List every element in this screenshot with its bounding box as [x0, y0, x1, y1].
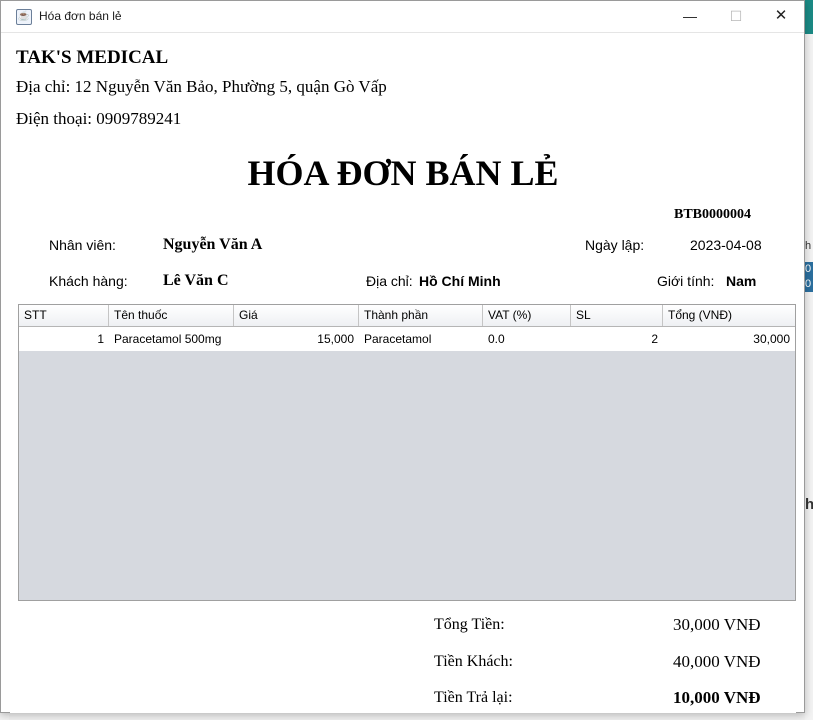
- background-text: h: [805, 240, 812, 252]
- table-row[interactable]: 1 Paracetamol 500mg 15,000 Paracetamol 0…: [19, 327, 795, 351]
- invoice-number: BTB0000004: [674, 207, 752, 222]
- maximize-button: ☐: [729, 8, 743, 24]
- cell-name: Paracetamol 500mg: [114, 332, 222, 346]
- date-value: 2023-04-08: [690, 237, 762, 253]
- total-value: 30,000 VNĐ: [673, 615, 761, 634]
- change-label: Tiền Trả lại:: [434, 689, 513, 706]
- customer-label: Khách hàng:: [49, 273, 128, 289]
- company-name: TAK'S MEDICAL: [16, 47, 169, 68]
- cell-quantity: 2: [651, 332, 658, 346]
- change-value: 10,000 VNĐ: [673, 688, 761, 707]
- customer-address-label: Địa chỉ:: [366, 273, 413, 289]
- column-header-stt[interactable]: STT: [19, 305, 109, 326]
- paid-value: 40,000 VNĐ: [673, 652, 761, 671]
- close-button[interactable]: ✕: [758, 1, 804, 32]
- gender-value: Nam: [726, 273, 757, 289]
- company-phone: Điện thoại: 0909789241: [16, 109, 182, 128]
- cell-stt: 1: [97, 332, 104, 346]
- gender-label: Giới tính:: [657, 273, 715, 289]
- column-header-total[interactable]: Tổng (VNĐ): [663, 305, 795, 326]
- cell-price: 15,000: [317, 332, 354, 346]
- date-label: Ngày lập:: [585, 237, 645, 253]
- cell-vat: 0.0: [488, 332, 505, 346]
- minimize-button[interactable]: —: [667, 1, 713, 32]
- column-header-vat[interactable]: VAT (%): [483, 305, 571, 326]
- customer-address-value: Hồ Chí Minh: [419, 273, 501, 289]
- column-header-name[interactable]: Tên thuốc: [109, 305, 234, 326]
- column-header-quantity[interactable]: SL: [571, 305, 663, 326]
- column-header-ingredient[interactable]: Thành phần: [359, 305, 483, 326]
- background-app-right: h 0 0 h: [805, 34, 813, 720]
- paid-label: Tiền Khách:: [434, 653, 513, 670]
- window-title: Hóa đơn bán lẻ: [39, 9, 122, 23]
- background-text: h: [805, 496, 813, 513]
- invoice-content: TAK'S MEDICAL Địa chỉ: 12 Nguyễn Văn Bảo…: [10, 33, 796, 713]
- cell-ingredient: Paracetamol: [364, 332, 432, 346]
- java-app-icon: ☕: [16, 9, 32, 25]
- company-address: Địa chỉ: 12 Nguyễn Văn Bảo, Phường 5, qu…: [16, 77, 387, 96]
- column-header-price[interactable]: Giá: [234, 305, 359, 326]
- total-label: Tổng Tiền:: [434, 616, 505, 633]
- invoice-window: ☕ Hóa đơn bán lẻ — ☐ ✕ TAK'S MEDICAL Địa…: [0, 0, 805, 713]
- cell-total: 30,000: [753, 332, 790, 346]
- title-bar[interactable]: ☕ Hóa đơn bán lẻ — ☐ ✕: [1, 1, 804, 33]
- customer-value: Lê Văn C: [163, 272, 229, 289]
- employee-label: Nhân viên:: [49, 237, 116, 253]
- invoice-title: HÓA ĐƠN BÁN LẺ: [247, 153, 559, 193]
- employee-value: Nguyễn Văn A: [163, 236, 263, 253]
- background-text: 0: [805, 263, 812, 275]
- background-text: 0: [805, 278, 812, 290]
- product-table[interactable]: STT Tên thuốc Giá Thành phần VAT (%) SL …: [18, 304, 796, 601]
- table-header: STT Tên thuốc Giá Thành phần VAT (%) SL …: [19, 305, 795, 327]
